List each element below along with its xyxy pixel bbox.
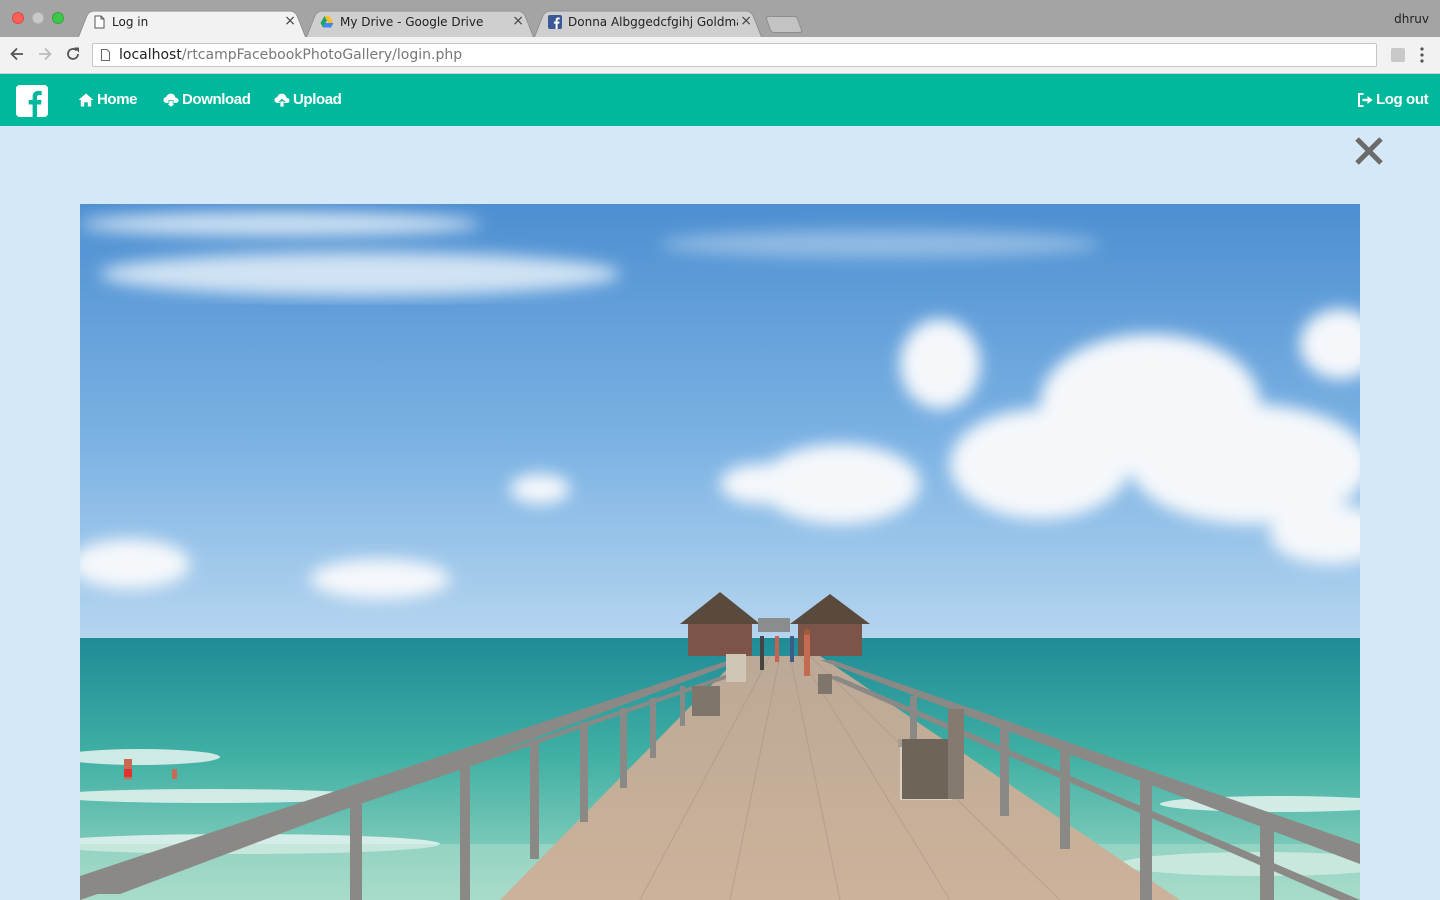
tab-close-icon[interactable]: × <box>284 13 296 29</box>
tab-title: Donna Albggedcfgihj Goldman <box>568 15 738 29</box>
cloud-download-icon <box>163 93 179 107</box>
page-icon <box>94 15 105 29</box>
window-minimize-button[interactable] <box>32 12 44 24</box>
page-info-icon[interactable] <box>101 49 110 61</box>
tab-close-icon[interactable]: × <box>512 13 524 29</box>
reload-icon[interactable] <box>64 45 82 63</box>
window-zoom-button[interactable] <box>52 12 64 24</box>
forward-arrow-icon[interactable] <box>36 45 54 63</box>
cloud-upload-icon <box>274 93 290 107</box>
nav-upload-label: Upload <box>293 91 342 108</box>
app-navbar: Home Download Upload Log out <box>0 74 1440 126</box>
browser-menu-icon[interactable] <box>1419 46 1425 64</box>
new-tab-button[interactable] <box>764 16 804 33</box>
browser-toolbar: localhost/rtcampFacebookPhotoGallery/log… <box>0 37 1440 74</box>
close-icon[interactable] <box>1354 136 1384 166</box>
address-bar[interactable]: localhost/rtcampFacebookPhotoGallery/log… <box>92 43 1377 67</box>
nav-download-link[interactable]: Download <box>163 91 251 108</box>
home-icon <box>78 93 94 106</box>
back-arrow-icon[interactable] <box>8 45 26 63</box>
nav-home-link[interactable]: Home <box>78 91 137 108</box>
facebook-icon <box>548 15 562 29</box>
nav-logout-link[interactable]: Log out <box>1357 91 1429 108</box>
url-path: /rtcampFacebookPhotoGallery/login.php <box>181 47 463 63</box>
url-host: localhost <box>119 47 182 63</box>
nav-logout-label: Log out <box>1376 91 1429 108</box>
window-close-button[interactable] <box>12 12 24 24</box>
logout-icon <box>1358 92 1373 107</box>
tab-title: Log in <box>112 15 149 29</box>
browser-tab-facebook[interactable]: Donna Albggedcfgihj Goldman × <box>534 8 762 37</box>
google-drive-icon <box>320 16 334 28</box>
nav-upload-link[interactable]: Upload <box>274 91 342 108</box>
browser-tab-strip: Log in × My Drive - Google Drive × Donna… <box>0 0 1440 37</box>
facebook-icon[interactable] <box>16 85 48 117</box>
browser-tab-login[interactable]: Log in × <box>78 8 306 37</box>
extension-icon[interactable] <box>1391 48 1405 62</box>
browser-tab-google-drive[interactable]: My Drive - Google Drive × <box>306 8 534 37</box>
tab-title: My Drive - Google Drive <box>340 15 484 29</box>
nav-download-label: Download <box>182 91 251 108</box>
nav-home-label: Home <box>97 91 138 108</box>
pier-beach-photo[interactable] <box>80 204 1360 900</box>
profile-name[interactable]: dhruv <box>1394 12 1429 26</box>
address-url: localhost/rtcampFacebookPhotoGallery/log… <box>119 47 462 63</box>
tab-close-icon[interactable]: × <box>740 13 752 29</box>
